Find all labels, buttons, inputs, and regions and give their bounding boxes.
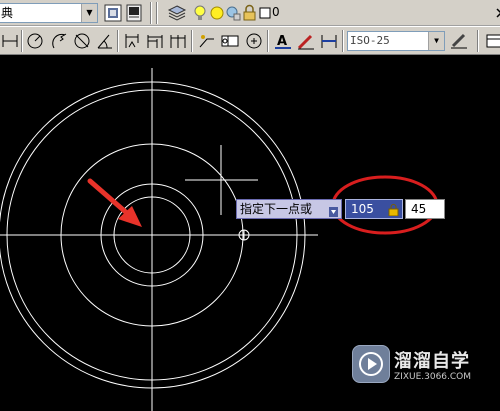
watermark: 溜溜自学 ZIXUE.3066.COM [352, 345, 472, 391]
toolbar-separator [477, 30, 479, 52]
watermark-url: ZIXUE.3066.COM [394, 372, 472, 382]
dim-style-combo-value: ISO-25 [350, 34, 390, 47]
dim-diameter-icon[interactable] [72, 31, 92, 51]
angle-input[interactable]: 45 [405, 199, 445, 219]
dimension-toolbar: A ISO-25 ▼ [0, 26, 500, 55]
toolbar-separator [342, 30, 344, 52]
dim-baseline-icon[interactable] [145, 31, 165, 51]
length-input[interactable]: 105 [345, 199, 403, 219]
dynamic-input-prompt-text: 指定下一点或 [240, 202, 313, 216]
quick-dim-icon[interactable] [122, 31, 142, 51]
toolbar-separator [156, 2, 158, 24]
dropdown-arrow-icon[interactable] [329, 204, 338, 217]
svg-text:A: A [277, 34, 287, 49]
dim-edit-icon[interactable] [296, 31, 316, 51]
tolerance-icon[interactable] [220, 31, 240, 51]
text-style-icon[interactable]: A [273, 31, 293, 51]
dynamic-input-prompt: 指定下一点或 [236, 199, 342, 219]
leader-icon[interactable] [197, 31, 217, 51]
layer-combo-value: 0 [272, 5, 280, 19]
layers-icon[interactable] [167, 3, 187, 23]
dim-style-combo[interactable]: ISO-25 ▼ [347, 31, 445, 51]
dim-radius-icon[interactable] [25, 31, 45, 51]
text-style-combo-value: 典 [1, 6, 14, 20]
dim-update-icon[interactable] [319, 31, 339, 51]
dim-style-icon[interactable] [449, 31, 469, 51]
dim-angular-icon[interactable] [95, 31, 115, 51]
length-input-value: 105 [351, 202, 374, 216]
play-logo-icon [352, 345, 390, 383]
publish-icon[interactable] [124, 3, 144, 23]
center-mark-icon[interactable] [244, 31, 264, 51]
toolbar-separator [117, 30, 119, 52]
layer-combo[interactable]: 0 [270, 3, 470, 23]
dim-linear-icon[interactable] [0, 31, 20, 51]
angle-input-value: 45 [411, 202, 427, 216]
toolbar-separator [150, 2, 152, 24]
preview-icon[interactable] [103, 3, 123, 23]
toolbar-separator [21, 30, 23, 52]
toolbar-separator [191, 30, 193, 52]
dim-continue-icon[interactable] [168, 31, 188, 51]
dim-jogged-icon[interactable] [50, 31, 70, 51]
watermark-title: 溜溜自学 [394, 351, 470, 372]
overflow-icon[interactable] [484, 31, 500, 51]
text-style-combo[interactable]: 典 ▼ [0, 3, 98, 23]
toolbar-separator [267, 30, 269, 52]
lock-icon [388, 203, 399, 217]
standard-toolbar: 典 ▼ 0 [0, 0, 500, 26]
chevron-down-icon[interactable]: ▼ [81, 4, 97, 22]
overflow-chevron-icon[interactable] [490, 3, 500, 23]
chevron-down-icon[interactable]: ▼ [428, 32, 444, 50]
